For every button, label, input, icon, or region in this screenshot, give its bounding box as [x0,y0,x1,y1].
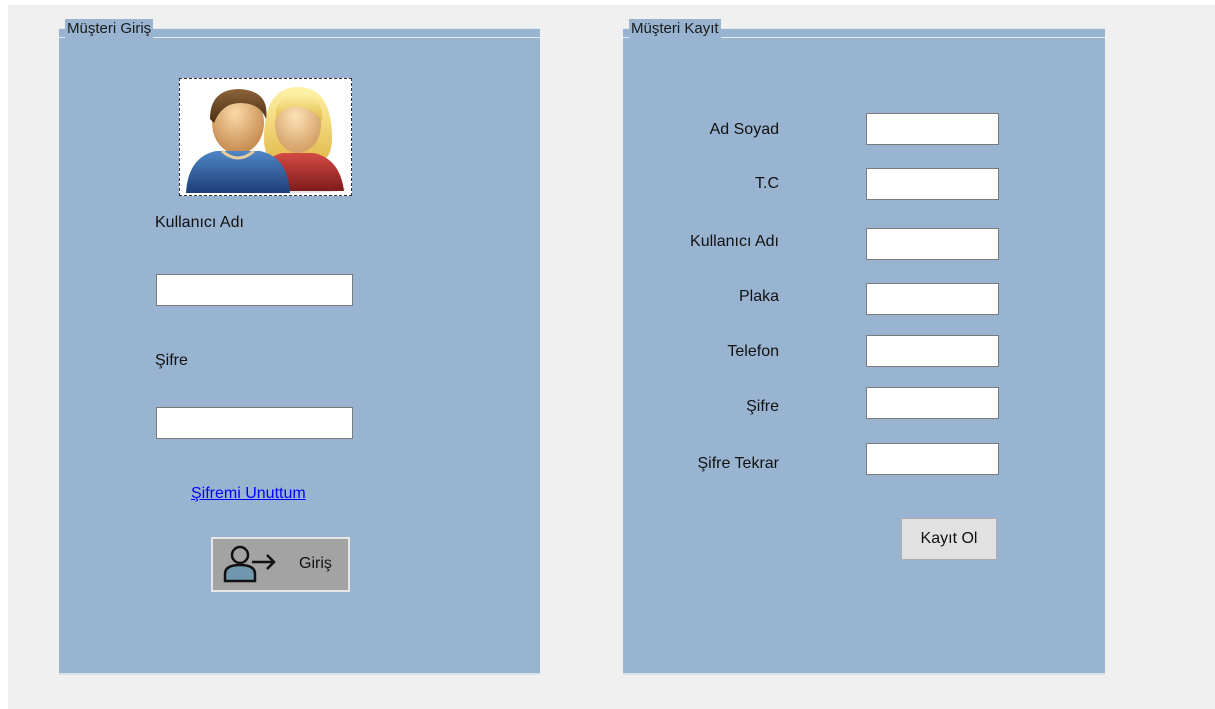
register-ad-soyad-input[interactable] [866,113,999,145]
login-button-label: Giriş [299,555,332,572]
register-group-title: Müşteri Kayıt [629,19,721,39]
password-label: Şifre [155,352,188,369]
username-label: Kullanıcı Adı [155,214,244,231]
register-sifre-tekrar-input[interactable] [866,443,999,475]
register-label-kullanici-adi: Kullanıcı Adı [690,233,779,250]
register-telefon-input[interactable] [866,335,999,367]
login-username-input[interactable] [156,274,353,306]
register-label-tc: T.C [755,175,779,192]
register-sifre-input[interactable] [866,387,999,419]
register-tc-input[interactable] [866,168,999,200]
register-submit-button[interactable]: Kayıt Ol [901,518,997,560]
user-arrow-icon [223,545,276,583]
forgot-password-link[interactable]: Şifremi Unuttum [191,484,306,504]
register-label-plaka: Plaka [738,288,779,305]
users-icon [186,87,346,194]
register-label-telefon: Telefon [727,343,779,360]
register-kullanici-adi-input[interactable] [866,228,999,260]
register-plaka-input[interactable] [866,283,999,315]
register-label-ad-soyad: Ad Soyad [709,121,779,138]
avatar-picturebox [179,78,352,196]
register-label-sifre-tekrar: Şifre Tekrar [697,455,779,472]
login-group-title: Müşteri Giriş [65,19,154,39]
register-label-sifre: Şifre [746,398,779,415]
login-password-input[interactable] [156,407,353,439]
login-button[interactable]: Giriş [211,537,350,592]
